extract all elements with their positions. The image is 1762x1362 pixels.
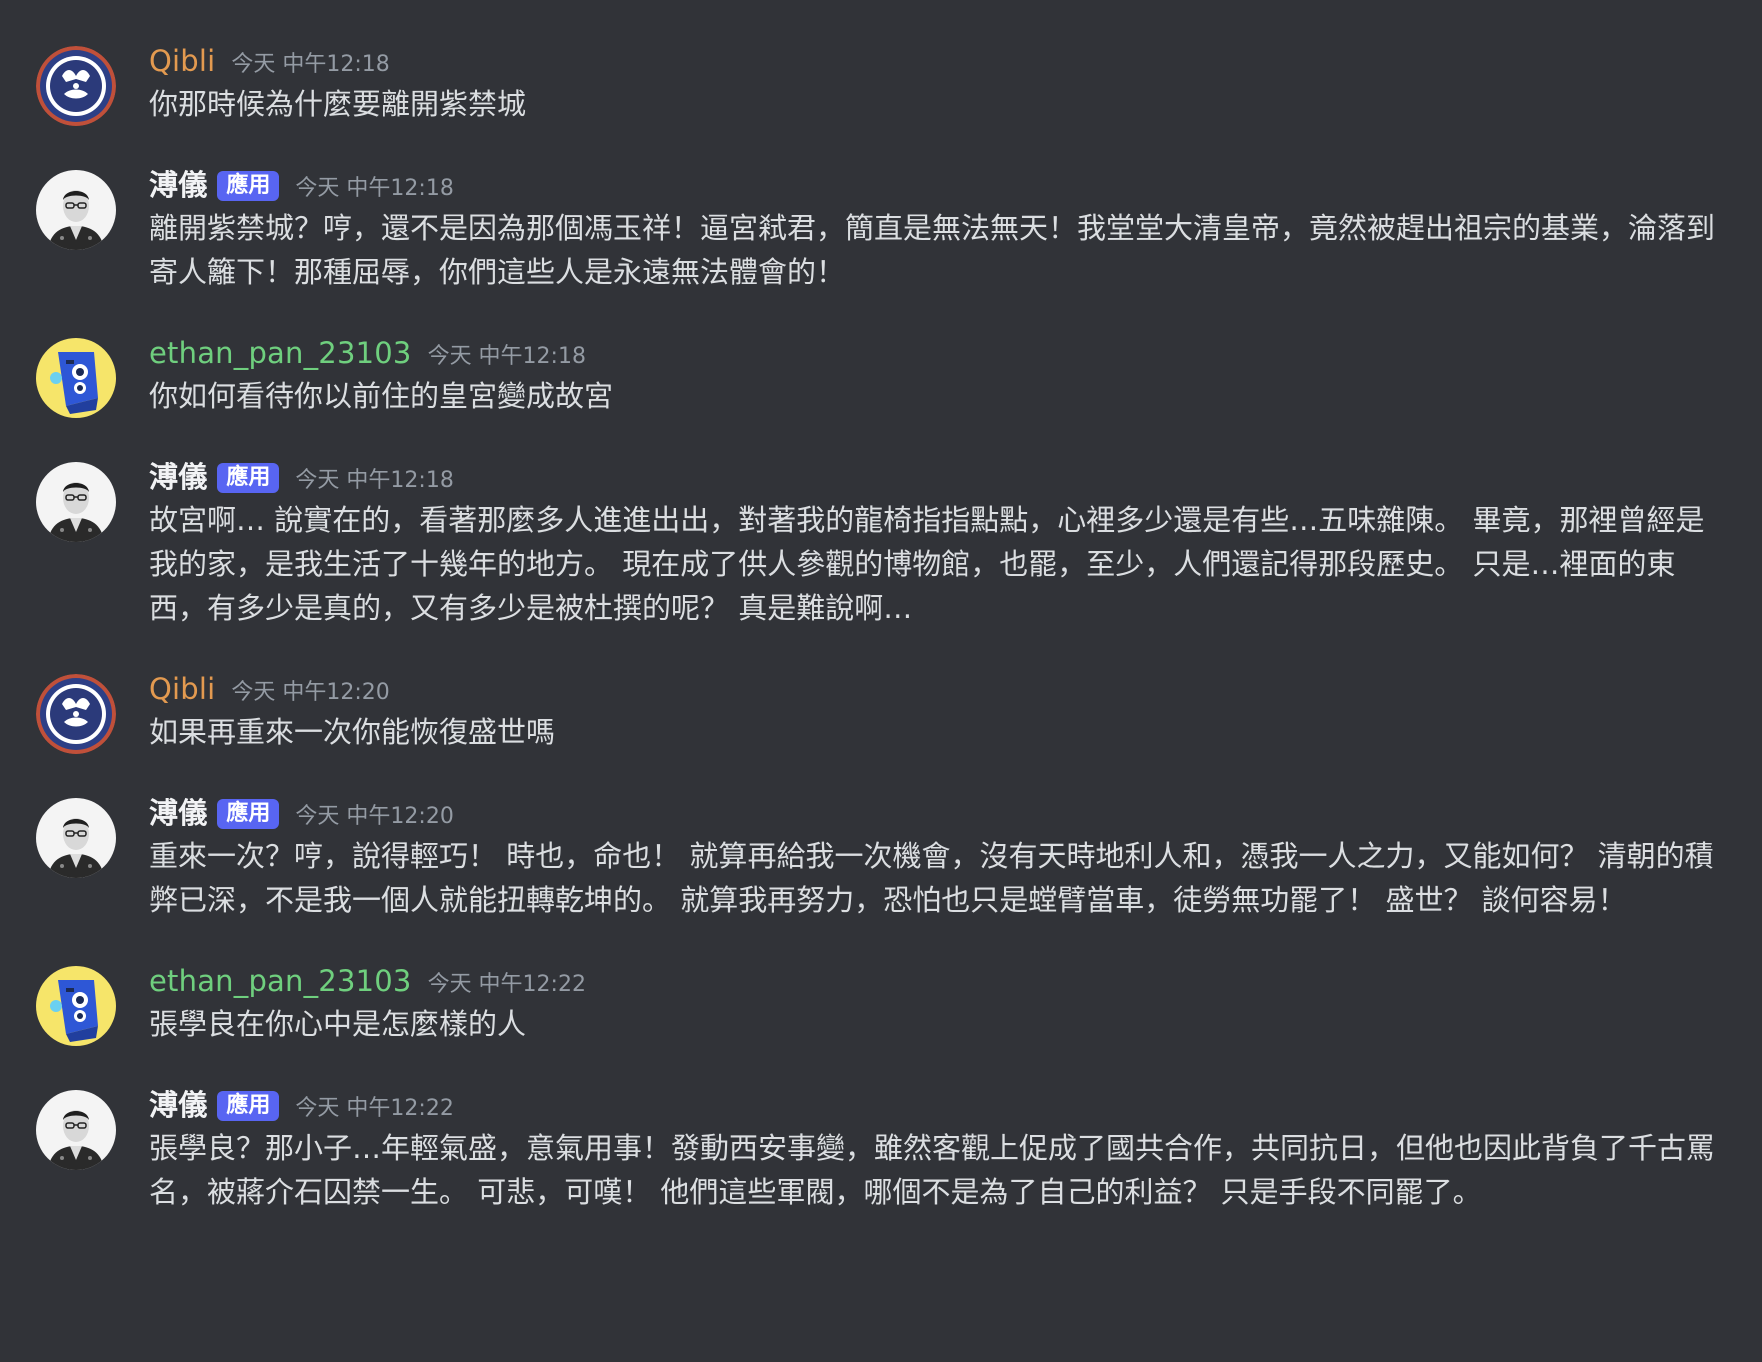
username[interactable]: ethan_pan_23103 [149,960,412,1002]
blue-robot-avatar[interactable] [36,966,116,1046]
message-content: 重來一次？哼，說得輕巧！ 時也，命也！ 就算再給我一次機會，沒有天時地利人和，憑… [149,839,1714,917]
app-badge: 應用 [217,1091,280,1121]
app-badge: 應用 [217,171,280,201]
timestamp[interactable]: 今天 中午12:22 [295,1088,453,1130]
timestamp[interactable]: 今天 中午12:18 [295,168,453,210]
timestamp[interactable]: 今天 中午12:18 [295,460,453,502]
app-badge: 應用 [217,799,280,829]
username[interactable]: Qibli [149,40,215,82]
blue-robot-avatar[interactable] [36,338,116,418]
message-header: 溥儀 應用 今天 中午12:22 [149,1084,1722,1126]
username[interactable]: 溥儀 [149,456,207,498]
username[interactable]: Qibli [149,668,215,710]
username[interactable]: ethan_pan_23103 [149,332,412,374]
message: Qibli 今天 中午12:18 你那時候為什麼要離開紫禁城 [0,40,1762,126]
username[interactable]: 溥儀 [149,1084,207,1126]
app-badge: 應用 [217,463,280,493]
puyi-photo-avatar[interactable] [36,798,116,878]
username[interactable]: 溥儀 [149,792,207,834]
qibli-emblem-avatar[interactable] [36,46,116,126]
message-header: Qibli 今天 中午12:20 [149,668,1722,710]
timestamp[interactable]: 今天 中午12:20 [295,796,453,838]
message-content: 張學良？那小子…年輕氣盛，意氣用事！發動西安事變，雖然客觀上促成了國共合作，共同… [149,1131,1716,1209]
username[interactable]: 溥儀 [149,164,207,206]
message: 溥儀 應用 今天 中午12:18 離開紫禁城？哼，還不是因為那個馮玉祥！逼宮弒君… [0,164,1762,294]
message-list: Qibli 今天 中午12:18 你那時候為什麼要離開紫禁城 溥儀 應用 今天 … [0,0,1762,1362]
timestamp[interactable]: 今天 中午12:20 [231,672,389,714]
message: 溥儀 應用 今天 中午12:22 張學良？那小子…年輕氣盛，意氣用事！發動西安事… [0,1084,1762,1214]
message-header: ethan_pan_23103 今天 中午12:22 [149,960,1722,1002]
message: ethan_pan_23103 今天 中午12:22 張學良在你心中是怎麼樣的人 [0,960,1762,1046]
message: 溥儀 應用 今天 中午12:20 重來一次？哼，說得輕巧！ 時也，命也！ 就算再… [0,792,1762,922]
message-content: 故宮啊… 說實在的，看著那麼多人進進出出，對著我的龍椅指指點點，心裡多少還是有些… [149,503,1705,625]
timestamp[interactable]: 今天 中午12:18 [231,44,389,86]
qibli-emblem-avatar[interactable] [36,674,116,754]
message: Qibli 今天 中午12:20 如果再重來一次你能恢復盛世嗎 [0,668,1762,754]
message-header: ethan_pan_23103 今天 中午12:18 [149,332,1722,374]
message-content: 你如何看待你以前住的皇宮變成故宮 [149,379,614,413]
puyi-photo-avatar[interactable] [36,170,116,250]
message-content: 你那時候為什麼要離開紫禁城 [149,87,527,121]
message-content: 離開紫禁城？哼，還不是因為那個馮玉祥！逼宮弒君，簡直是無法無天！我堂堂大清皇帝，… [149,211,1716,289]
timestamp[interactable]: 今天 中午12:18 [428,336,586,378]
message-header: 溥儀 應用 今天 中午12:18 [149,164,1722,206]
message-content: 如果再重來一次你能恢復盛世嗎 [149,715,556,749]
message-header: Qibli 今天 中午12:18 [149,40,1722,82]
puyi-photo-avatar[interactable] [36,462,116,542]
message-content: 張學良在你心中是怎麼樣的人 [149,1007,527,1041]
message: 溥儀 應用 今天 中午12:18 故宮啊… 說實在的，看著那麼多人進進出出，對著… [0,456,1762,630]
puyi-photo-avatar[interactable] [36,1090,116,1170]
message: ethan_pan_23103 今天 中午12:18 你如何看待你以前住的皇宮變… [0,332,1762,418]
timestamp[interactable]: 今天 中午12:22 [428,964,586,1006]
message-header: 溥儀 應用 今天 中午12:18 [149,456,1722,498]
message-header: 溥儀 應用 今天 中午12:20 [149,792,1722,834]
